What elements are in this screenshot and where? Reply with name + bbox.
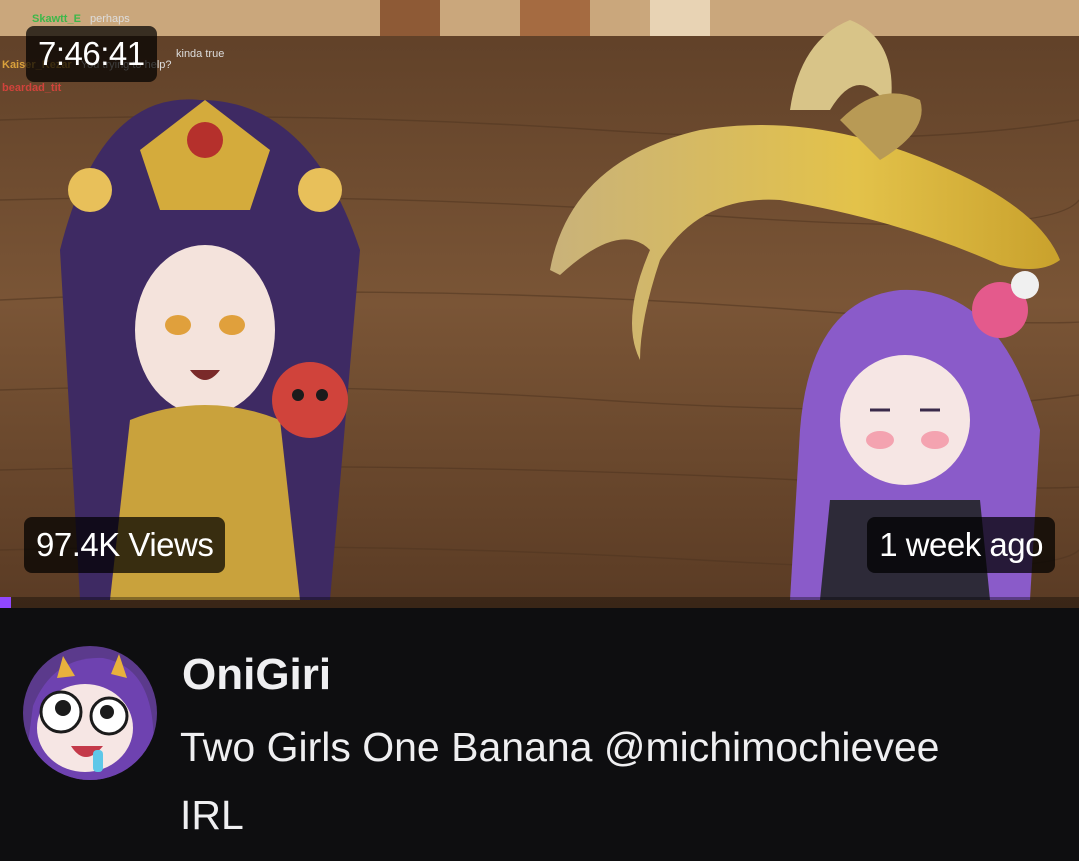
upload-age-badge: 1 week ago [867,517,1055,573]
duration-badge: 7:46:41 [26,26,157,82]
chat-username: beardad_tit [2,82,62,94]
views-badge: 97.4K Views [24,517,226,573]
chat-message: perhaps [89,13,130,25]
avatar-image [23,646,157,780]
video-title[interactable]: Two Girls One Banana @michimochievee [180,724,1050,771]
channel-name[interactable]: OniGiri [182,650,331,700]
chat-message: kinda true [176,48,225,60]
watch-progress-bar [0,597,1079,608]
chat-username: Skawtt_E [32,13,81,25]
video-thumbnail[interactable]: Skawtt_E perhaps kinda true Kaiser_Kezar… [0,0,1079,608]
video-card[interactable]: Skawtt_E perhaps kinda true Kaiser_Kezar… [0,0,1079,861]
video-info: OniGiri Two Girls One Banana @michimochi… [0,608,1079,861]
watch-progress-fill [0,597,11,608]
channel-avatar[interactable] [23,646,157,780]
video-category[interactable]: IRL [180,792,244,839]
